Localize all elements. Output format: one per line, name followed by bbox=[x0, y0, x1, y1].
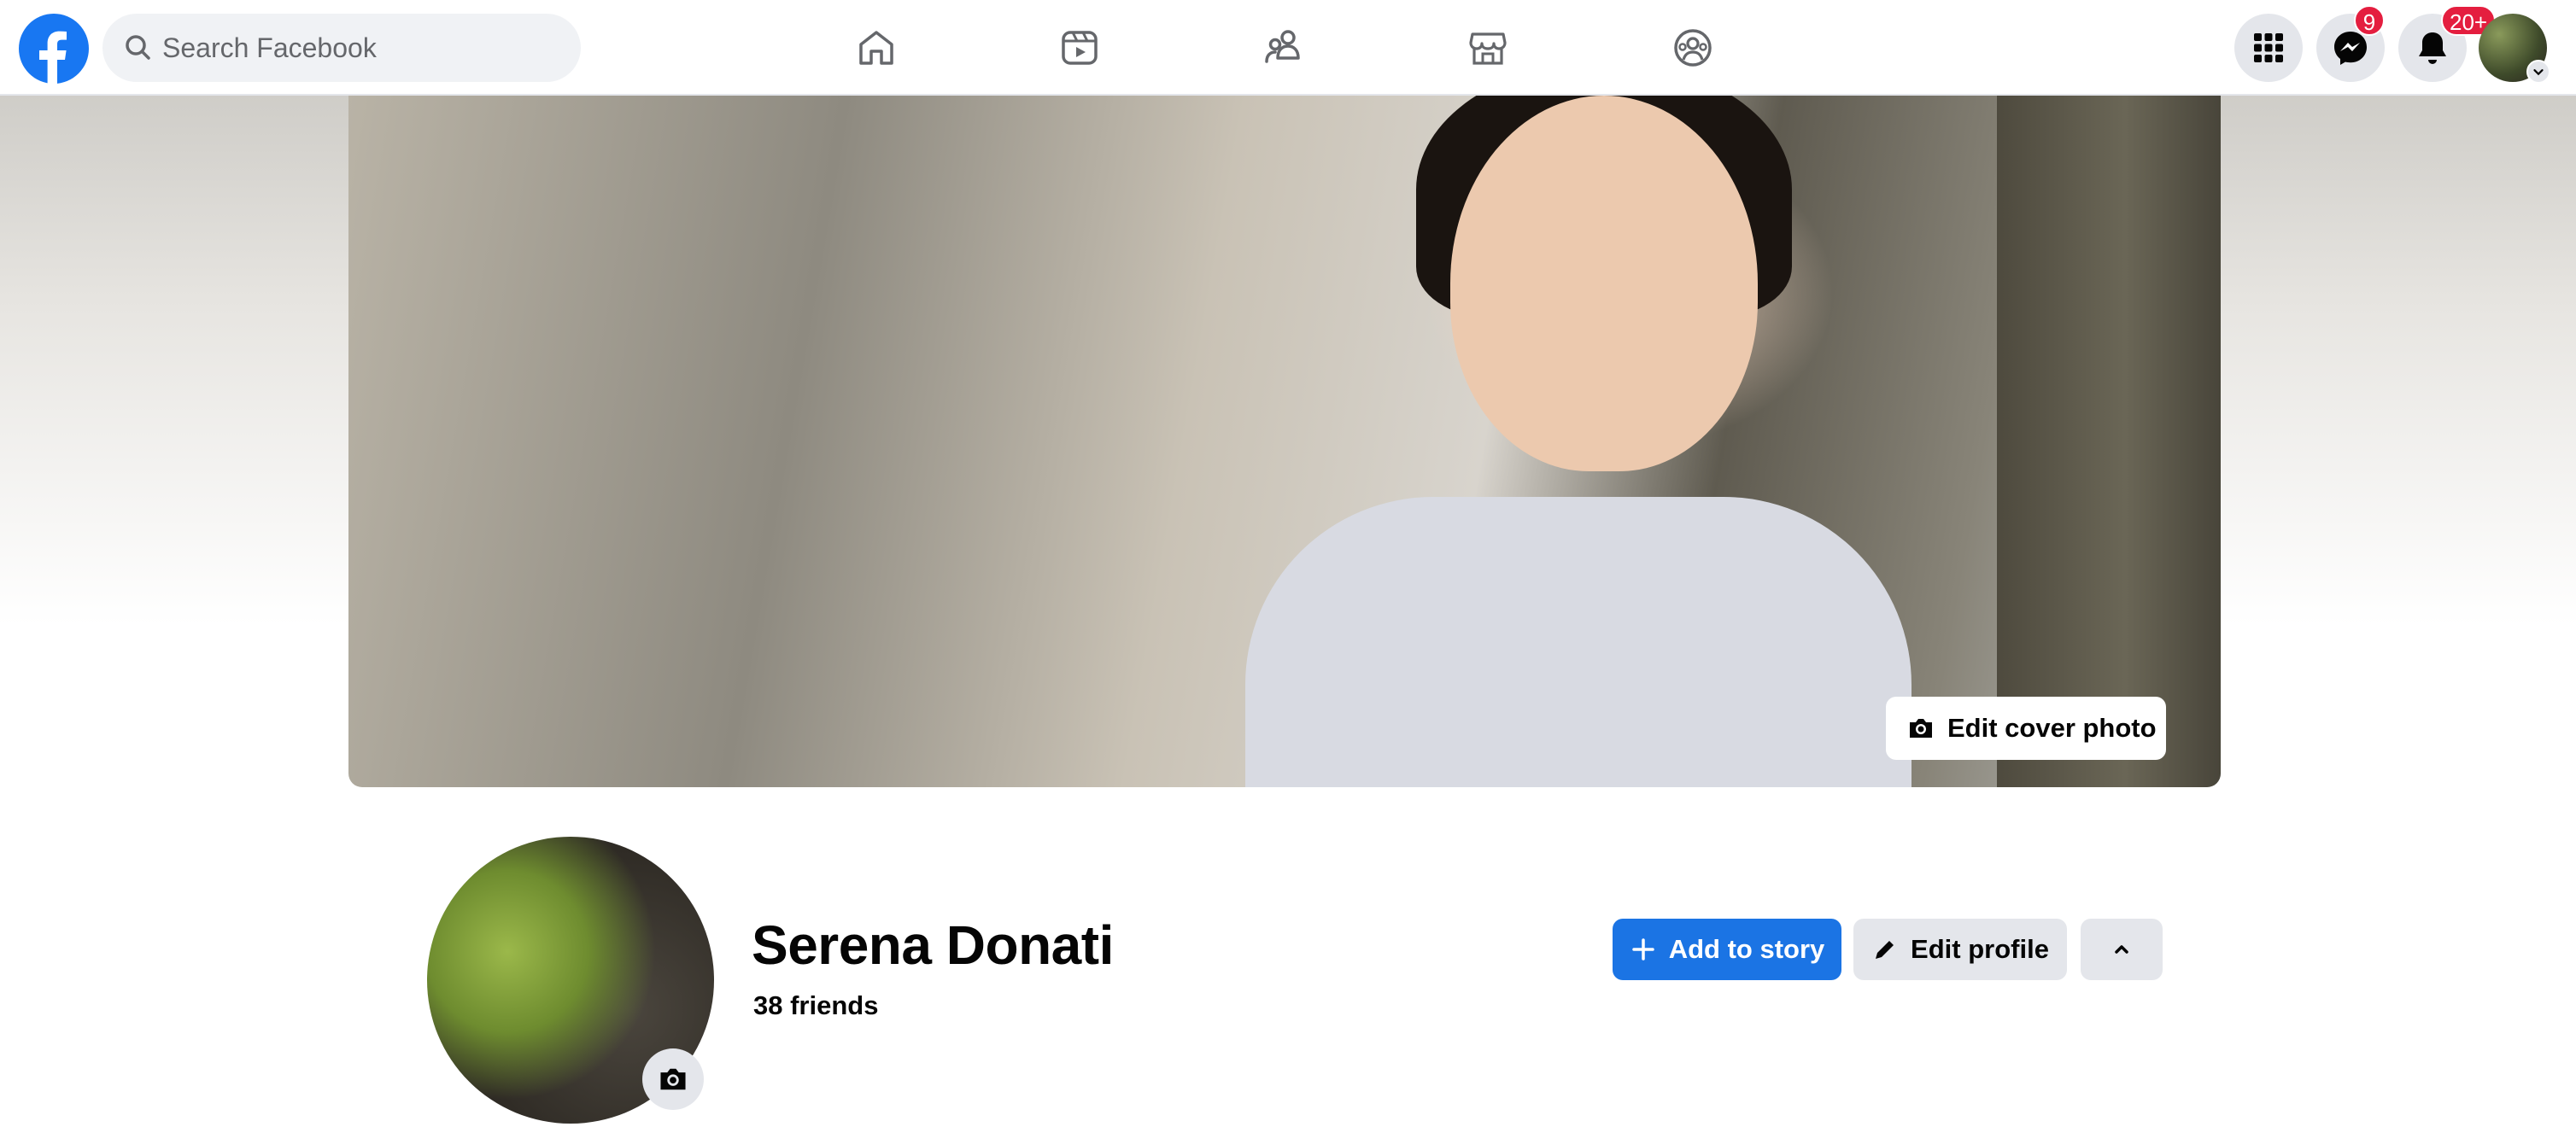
friends-icon bbox=[1265, 30, 1300, 63]
pencil-icon bbox=[1876, 941, 1894, 959]
edit-profile-button[interactable]: Edit profile bbox=[1853, 919, 2067, 980]
messenger-button[interactable]: 9 bbox=[2316, 5, 2385, 82]
friends-count[interactable]: 38 friends bbox=[753, 990, 878, 1021]
cover-photo[interactable] bbox=[348, 96, 2221, 787]
add-to-story-label: Add to story bbox=[1668, 934, 1825, 964]
nav-friends[interactable] bbox=[1254, 17, 1315, 79]
bell-icon bbox=[2419, 32, 2446, 64]
profile-name: Serena Donati bbox=[752, 914, 1114, 976]
search-input[interactable] bbox=[162, 14, 564, 82]
video-icon bbox=[1062, 31, 1098, 65]
cover-photo-tree bbox=[1997, 96, 2221, 787]
cover-photo-face bbox=[1450, 96, 1758, 471]
add-to-story-button[interactable]: Add to story bbox=[1613, 919, 1841, 980]
nav-home[interactable] bbox=[846, 17, 907, 79]
edit-cover-photo-button[interactable]: Edit cover photo bbox=[1886, 697, 2166, 760]
home-icon bbox=[859, 31, 893, 65]
groups-icon bbox=[1674, 29, 1712, 67]
cover-photo-figure bbox=[1245, 497, 1912, 787]
top-navigation-bar: 9 20+ bbox=[0, 0, 2576, 96]
messenger-badge: 9 bbox=[2354, 5, 2385, 36]
search-bar[interactable] bbox=[102, 14, 581, 82]
notifications-button[interactable]: 20+ bbox=[2398, 5, 2497, 82]
edit-profile-label: Edit profile bbox=[1911, 934, 2049, 964]
nav-marketplace[interactable] bbox=[1457, 17, 1519, 79]
account-chevron-down-icon[interactable] bbox=[2526, 60, 2550, 84]
grid-menu-icon bbox=[2254, 33, 2283, 62]
search-icon bbox=[121, 31, 155, 65]
nav-video[interactable] bbox=[1049, 17, 1110, 79]
edit-cover-photo-label: Edit cover photo bbox=[1947, 713, 2157, 743]
chevron-up-icon bbox=[2115, 945, 2128, 954]
more-options-button[interactable] bbox=[2081, 919, 2163, 980]
update-profile-picture-button[interactable] bbox=[642, 1048, 704, 1110]
camera-icon bbox=[660, 1068, 686, 1090]
camera-icon bbox=[1910, 719, 1932, 738]
plus-icon bbox=[1631, 938, 1654, 961]
facebook-logo-icon[interactable] bbox=[19, 14, 89, 84]
menu-button[interactable] bbox=[2234, 14, 2303, 82]
nav-groups[interactable] bbox=[1662, 17, 1724, 79]
marketplace-icon bbox=[1469, 32, 1507, 65]
